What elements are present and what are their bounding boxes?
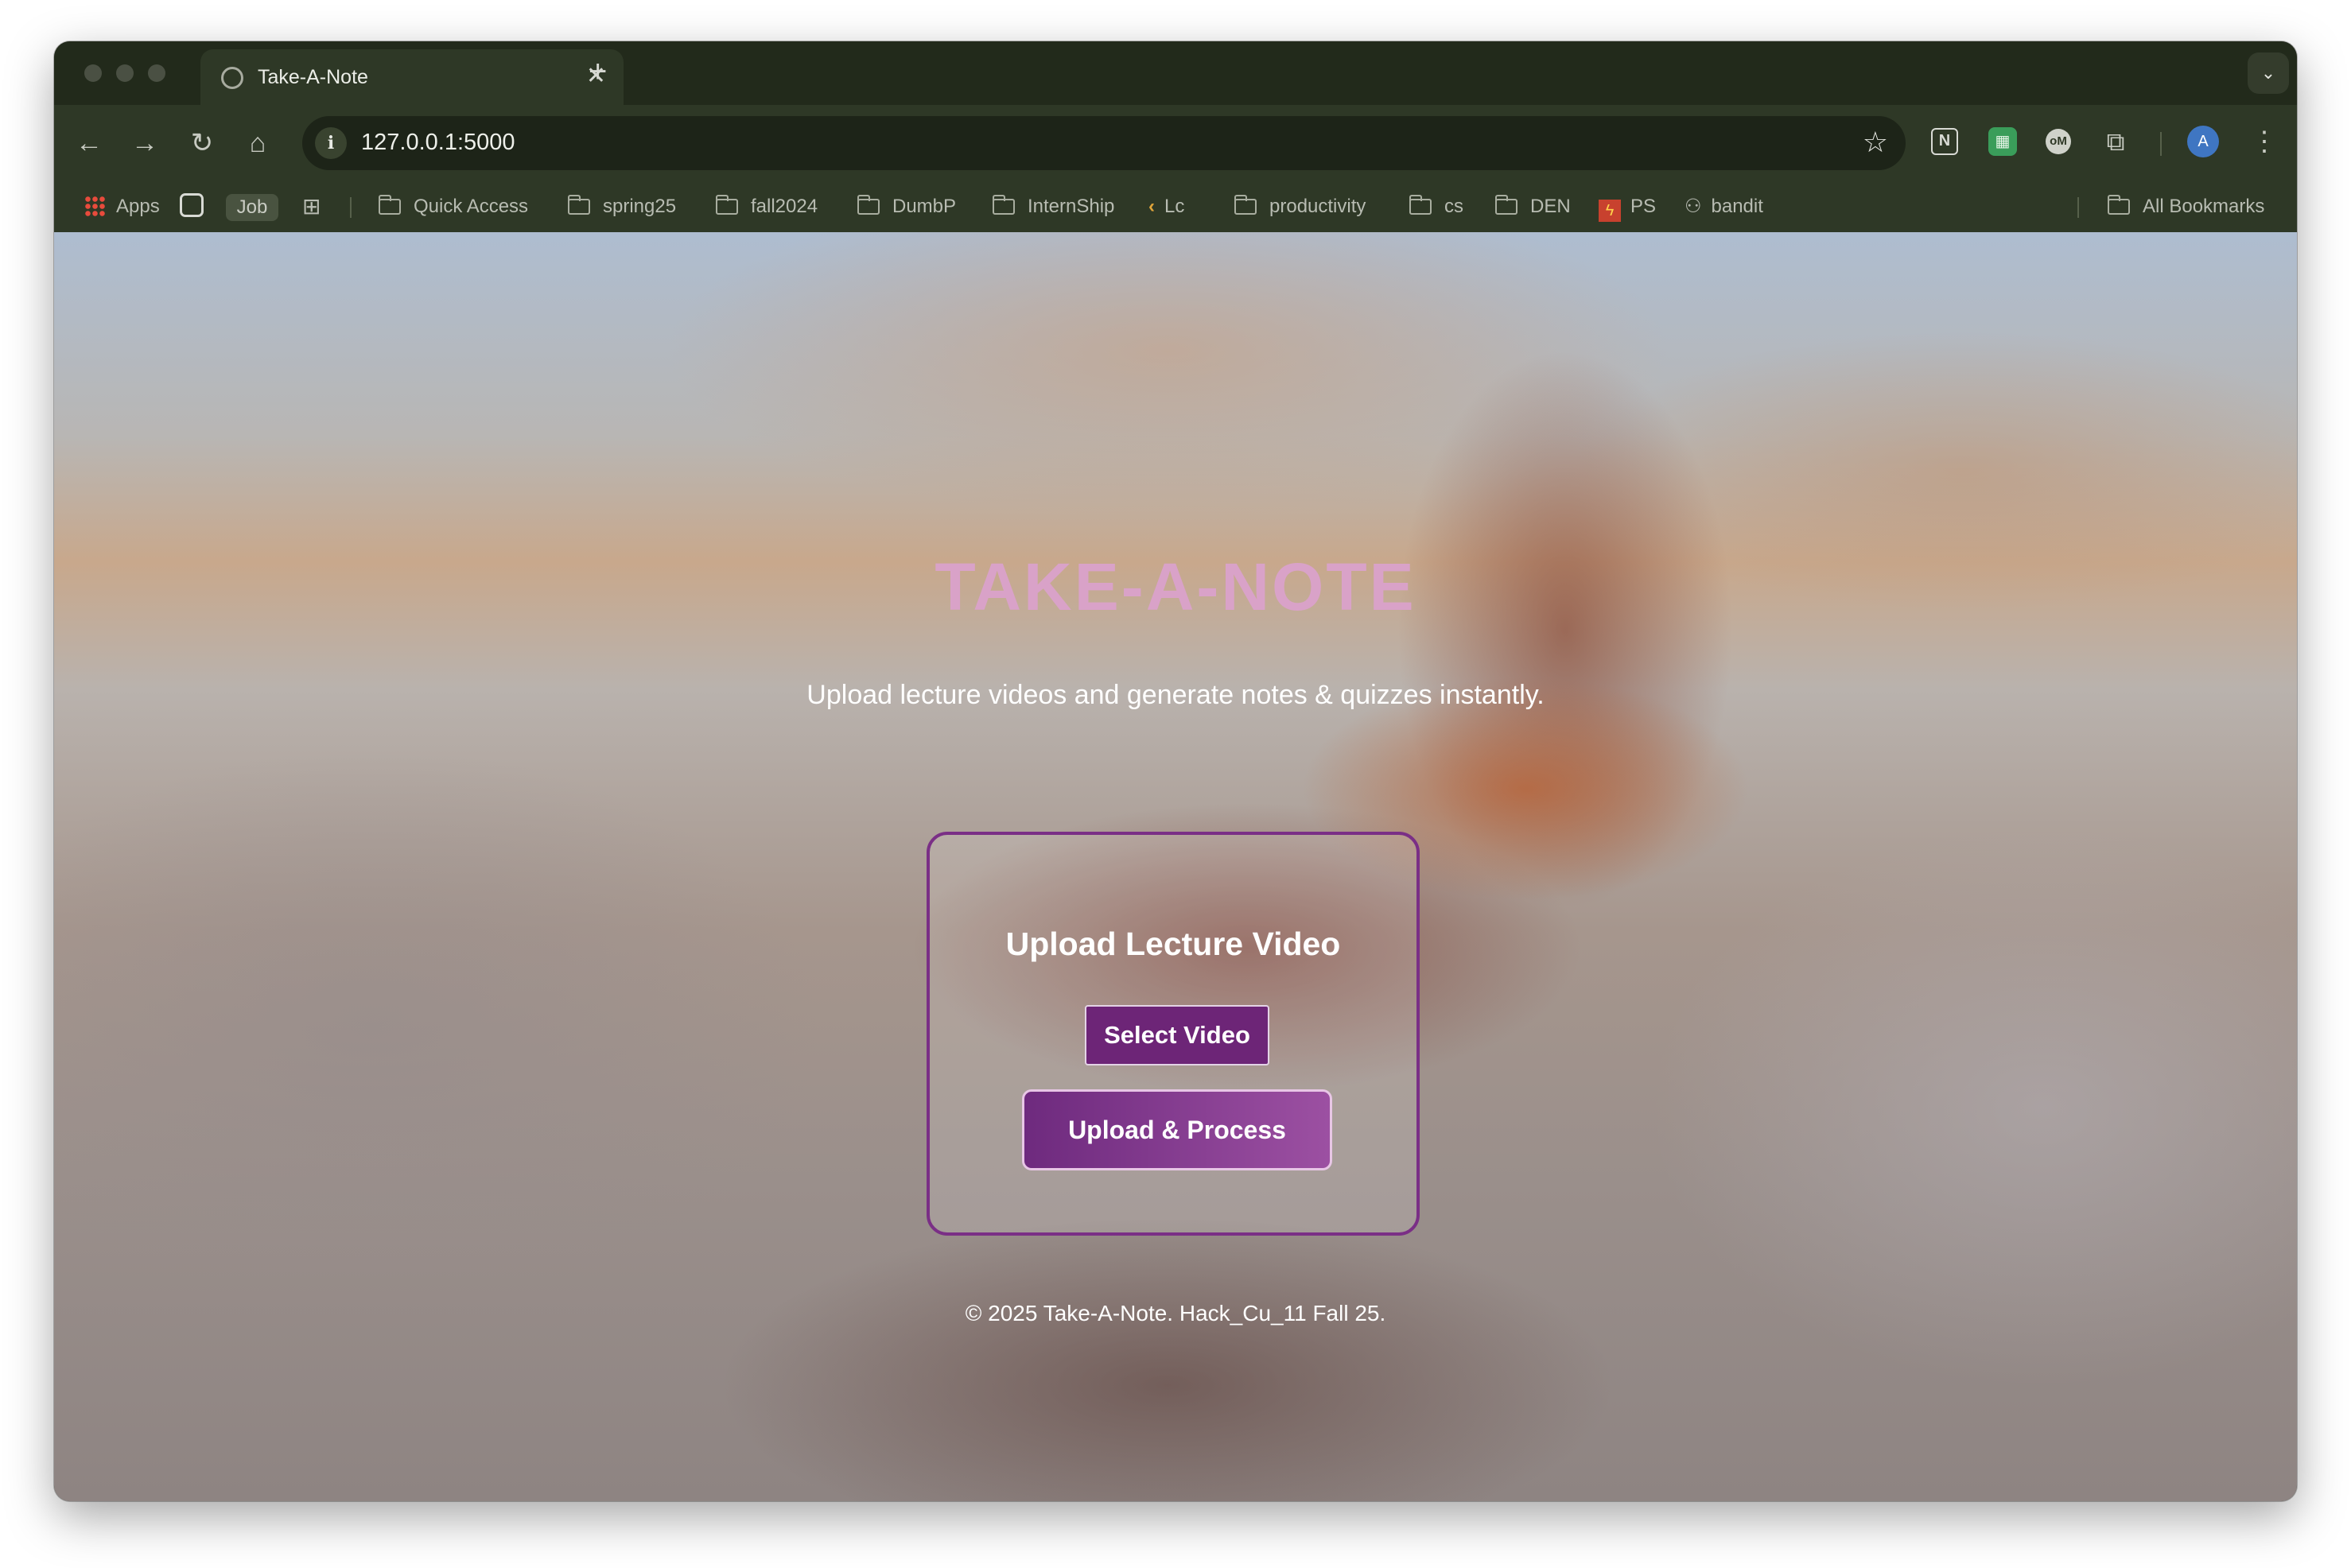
more-menu-icon[interactable]: ⋮ bbox=[2251, 124, 2278, 159]
bookmark-label: Quick Access bbox=[414, 196, 529, 217]
profile-avatar[interactable]: A bbox=[2187, 126, 2219, 157]
new-tab-button[interactable]: + bbox=[589, 52, 607, 91]
select-video-button[interactable]: Select Video bbox=[1085, 1005, 1269, 1065]
folder-icon bbox=[857, 195, 880, 215]
bookmark-apps-label: Apps bbox=[116, 196, 160, 217]
bookmark-folder-quick-access[interactable]: Quick Access bbox=[378, 192, 529, 221]
forward-arrow-icon[interactable]: → bbox=[127, 126, 162, 161]
folder-icon bbox=[567, 195, 590, 215]
square-app-icon bbox=[180, 193, 204, 217]
tab-title: Take-A-Note bbox=[258, 66, 368, 88]
bookmark-label: cs bbox=[1444, 196, 1463, 217]
bookmark-label: DEN bbox=[1530, 196, 1571, 217]
puzzle-icon[interactable]: ⧉ bbox=[2100, 126, 2131, 157]
bookmark-label: bandit bbox=[1711, 196, 1763, 217]
bookmark-folder-productivity[interactable]: productivity bbox=[1234, 192, 1366, 221]
bookmark-label: productivity bbox=[1269, 196, 1366, 217]
bandit-wolf-icon: ⚇ bbox=[1685, 196, 1702, 217]
bookmark-separator bbox=[350, 197, 352, 218]
browser-toolbar: ← → ↻ ⌂ i 127.0.0.1:5000 ☆ N ▦ oM ⧉ A ⋮ bbox=[54, 105, 2297, 181]
bookmark-folder-dumbp[interactable]: DumbP bbox=[857, 192, 956, 221]
close-window-button[interactable] bbox=[84, 64, 102, 82]
bookmark-label: PS bbox=[1630, 196, 1657, 217]
folder-icon bbox=[715, 195, 738, 215]
ps-bolt-icon: ϟ bbox=[1599, 200, 1621, 222]
folder-icon bbox=[1234, 195, 1257, 215]
bookmark-apps[interactable]: Apps bbox=[84, 192, 160, 221]
bookmark-bandit[interactable]: ⚇ bandit bbox=[1685, 192, 1763, 221]
globe-icon bbox=[221, 67, 243, 89]
bookmark-label: fall2024 bbox=[751, 196, 818, 217]
home-icon[interactable]: ⌂ bbox=[240, 126, 275, 161]
page-subtitle: Upload lecture videos and generate notes… bbox=[806, 680, 1545, 710]
bookmark-folder-spring25[interactable]: spring25 bbox=[567, 192, 677, 221]
upload-process-button[interactable]: Upload & Process bbox=[1022, 1089, 1332, 1170]
folder-icon bbox=[1409, 195, 1432, 215]
bookmark-square[interactable] bbox=[180, 192, 208, 221]
folder-icon bbox=[1494, 195, 1517, 215]
bookmark-folder-cs[interactable]: cs bbox=[1409, 192, 1463, 221]
bookmark-star-icon[interactable]: ☆ bbox=[1863, 126, 1888, 159]
bookmark-folder-den[interactable]: DEN bbox=[1494, 192, 1571, 221]
bookmark-label: Lc bbox=[1164, 196, 1185, 217]
page-title: TAKE-A-NOTE bbox=[935, 549, 1416, 624]
notion-icon[interactable]: N bbox=[1931, 128, 1958, 155]
minimize-window-button[interactable] bbox=[116, 64, 134, 82]
page-footer: © 2025 Take-A-Note. Hack_Cu_11 Fall 25. bbox=[965, 1301, 1386, 1325]
bookmark-label: DumbP bbox=[892, 196, 957, 217]
apps-grid-icon bbox=[84, 196, 105, 216]
site-info-icon[interactable]: i bbox=[315, 127, 347, 159]
bookmark-all-bookmarks[interactable]: All Bookmarks bbox=[2107, 192, 2265, 221]
folder-icon bbox=[378, 195, 401, 215]
back-arrow-icon[interactable]: ← bbox=[72, 126, 107, 161]
browser-window: Take-A-Note ✕ + ⌄ ← → ↻ ⌂ i 127.0.0.1:50… bbox=[54, 41, 2297, 1501]
address-bar[interactable]: i 127.0.0.1:5000 ☆ bbox=[302, 116, 1906, 170]
monitor-icon[interactable]: oM bbox=[2046, 129, 2071, 154]
sheets-icon[interactable]: ▦ bbox=[1988, 127, 2017, 156]
bookmark-job[interactable]: Job bbox=[226, 194, 278, 221]
bookmark-ps[interactable]: ϟ PS bbox=[1599, 192, 1657, 222]
bookmark-separator bbox=[2077, 197, 2079, 218]
tab-strip: Take-A-Note ✕ + ⌄ bbox=[54, 41, 2297, 105]
tab-search-chevron-icon[interactable]: ⌄ bbox=[2248, 52, 2289, 94]
url-text[interactable]: 127.0.0.1:5000 bbox=[361, 130, 515, 156]
upload-card-title: Upload Lecture Video bbox=[1005, 926, 1341, 962]
reload-icon[interactable]: ↻ bbox=[185, 126, 220, 161]
bookmark-lc[interactable]: ‹ Lc bbox=[1148, 192, 1184, 221]
folder-icon bbox=[2107, 195, 2130, 215]
bookmark-folder-internship[interactable]: InternShip bbox=[992, 192, 1115, 221]
bookmark-folder-fall2024[interactable]: fall2024 bbox=[715, 192, 818, 221]
page-background: TAKE-A-NOTE Upload lecture videos and ge… bbox=[54, 232, 2297, 1501]
maximize-window-button[interactable] bbox=[148, 64, 165, 82]
bookmark-label: All Bookmarks bbox=[2143, 196, 2265, 217]
toolbar-divider bbox=[2160, 132, 2162, 156]
upload-card: Upload Lecture Video Select Video Upload… bbox=[927, 832, 1420, 1236]
leetcode-icon: ‹ bbox=[1148, 196, 1155, 217]
bookmarks-bar: Apps Job ⊞ Quick Access spring25 fall202… bbox=[54, 181, 2297, 232]
bookmark-label: InternShip bbox=[1028, 196, 1115, 217]
tab-groups-grid-icon[interactable]: ⊞ bbox=[302, 192, 321, 221]
tab-take-a-note[interactable]: Take-A-Note ✕ bbox=[200, 49, 624, 105]
folder-icon bbox=[992, 195, 1015, 215]
bookmark-label: spring25 bbox=[603, 196, 677, 217]
